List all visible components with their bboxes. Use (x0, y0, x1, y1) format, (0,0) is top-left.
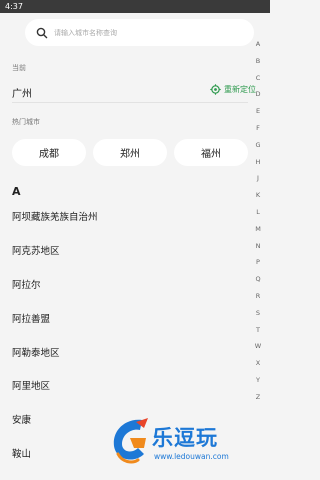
index-letter[interactable]: Z (256, 389, 260, 406)
city-list-item[interactable]: 阿勒泰地区 (12, 345, 60, 359)
index-letter[interactable]: H (256, 154, 261, 171)
current-city[interactable]: 广州 (12, 85, 32, 100)
current-section-label: 当前 (12, 64, 26, 72)
city-list-item[interactable]: 阿拉尔 (12, 277, 41, 291)
index-letter[interactable]: Y (256, 372, 260, 389)
index-letter[interactable]: E (256, 103, 260, 120)
location-target-icon (210, 84, 221, 95)
divider (12, 102, 248, 103)
watermark: 乐逗玩 www.ledouwan.com (106, 414, 266, 474)
watermark-title: 乐逗玩 (152, 426, 218, 450)
index-letter[interactable]: B (256, 53, 260, 70)
relocate-label: 重新定位 (224, 85, 256, 94)
index-letter[interactable]: D (255, 86, 260, 103)
index-letter[interactable]: N (256, 238, 261, 255)
search-icon (36, 27, 48, 38)
city-list-item[interactable]: 阿拉善盟 (12, 311, 50, 325)
index-letter[interactable]: A (256, 36, 260, 53)
status-time: 4:37 (5, 2, 23, 11)
relocate-button[interactable]: 重新定位 (210, 84, 256, 95)
index-letter[interactable]: X (256, 355, 260, 372)
hot-city-button[interactable]: 成都 (12, 139, 86, 166)
index-letter[interactable]: F (256, 120, 260, 137)
watermark-logo-icon (113, 418, 148, 464)
index-letter[interactable]: T (256, 322, 260, 339)
index-letter[interactable]: M (255, 221, 261, 238)
watermark-url: www.ledouwan.com (154, 452, 229, 461)
index-letter[interactable]: J (257, 170, 259, 187)
alphabet-index-bar[interactable]: A B C D E F G H J K L M N P Q R S T W X … (253, 36, 263, 406)
search-placeholder: 请输入城市名称查询 (54, 28, 117, 37)
status-bar: 4:37 (0, 0, 270, 13)
hot-city-button[interactable]: 郑州 (93, 139, 167, 166)
index-letter[interactable]: K (256, 187, 260, 204)
hot-cities-label: 热门城市 (12, 118, 40, 126)
index-letter[interactable]: Q (255, 271, 260, 288)
index-letter[interactable]: C (256, 70, 261, 87)
index-letter[interactable]: G (255, 137, 260, 154)
city-list-item[interactable]: 鞍山 (12, 446, 31, 460)
index-letter[interactable]: L (256, 204, 260, 221)
city-list-item[interactable]: 阿克苏地区 (12, 243, 60, 257)
index-letter[interactable]: S (256, 305, 260, 322)
index-letter[interactable]: W (255, 338, 261, 355)
letter-heading: A (12, 185, 21, 198)
city-list-item[interactable]: 阿坝藏族羌族自治州 (12, 209, 98, 223)
index-letter[interactable]: P (256, 254, 260, 271)
city-list-item[interactable]: 安康 (12, 412, 31, 426)
index-letter[interactable]: R (256, 288, 261, 305)
hot-city-button[interactable]: 福州 (174, 139, 248, 166)
city-list-item[interactable]: 阿里地区 (12, 378, 50, 392)
search-input[interactable]: 请输入城市名称查询 (25, 19, 254, 46)
